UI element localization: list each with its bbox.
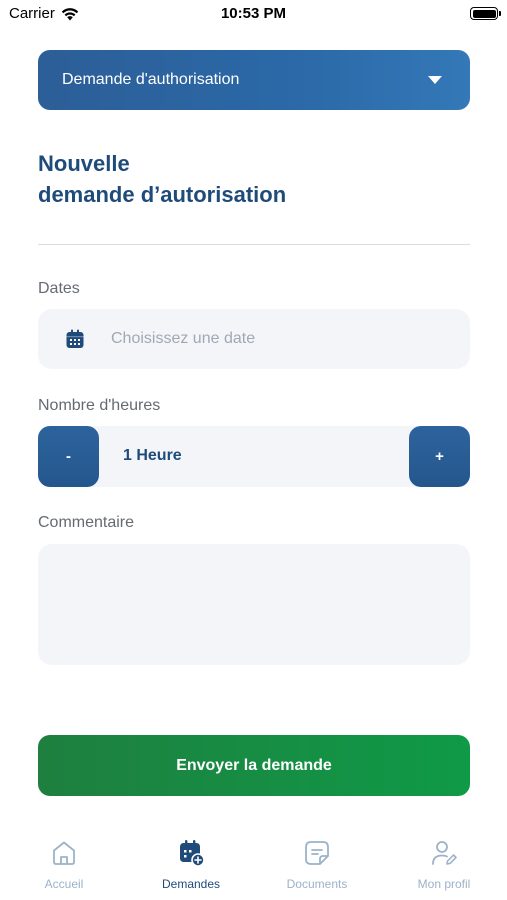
submit-request-button[interactable]: Envoyer la demande: [38, 735, 470, 796]
screen: Carrier 10:53 PM Demande d'authorisation…: [0, 0, 507, 900]
tab-demandes[interactable]: Demandes: [136, 838, 246, 891]
status-time: 10:53 PM: [220, 5, 287, 22]
tab-documents[interactable]: Documents: [262, 838, 372, 891]
calendar-icon: [66, 329, 84, 348]
comment-label: Commentaire: [38, 514, 135, 531]
user-edit-icon: [432, 841, 457, 865]
request-type-value: Demande d'authorisation: [62, 71, 240, 88]
battery-icon: [470, 7, 501, 20]
tab-label-accueil: Accueil: [44, 877, 84, 891]
status-bar: Carrier 10:53 PM: [0, 0, 507, 30]
decrement-hours-button[interactable]: -: [38, 426, 99, 487]
home-icon: [53, 841, 75, 865]
date-input[interactable]: [111, 330, 431, 348]
hours-label: Nombre d'heures: [38, 397, 161, 414]
tab-label-mon-profil: Mon profil: [417, 877, 471, 891]
request-type-dropdown[interactable]: Demande d'authorisation: [38, 50, 470, 110]
comment-textarea[interactable]: [38, 544, 470, 665]
page-title: Nouvelle demande d’autorisation: [38, 148, 468, 210]
tab-bar: Accueil Demandes Documents Mon profil: [0, 830, 507, 900]
tab-mon-profil[interactable]: Mon profil: [389, 838, 499, 891]
divider: [38, 244, 470, 245]
tab-label-demandes: Demandes: [161, 877, 221, 891]
hours-stepper: - 1 Heure +: [38, 426, 470, 487]
caret-down-icon: [428, 76, 442, 84]
hours-value: 1 Heure: [123, 447, 182, 464]
dates-label: Dates: [38, 280, 80, 297]
document-icon: [305, 841, 329, 865]
increment-hours-button[interactable]: +: [409, 426, 470, 487]
page-title-line1: Nouvelle: [38, 151, 130, 176]
calendar-add-icon: [180, 840, 205, 867]
page-title-line2: demande d’autorisation: [38, 182, 287, 207]
tab-label-documents: Documents: [286, 877, 348, 891]
tab-accueil[interactable]: Accueil: [9, 838, 119, 891]
date-picker-field[interactable]: [38, 309, 470, 369]
